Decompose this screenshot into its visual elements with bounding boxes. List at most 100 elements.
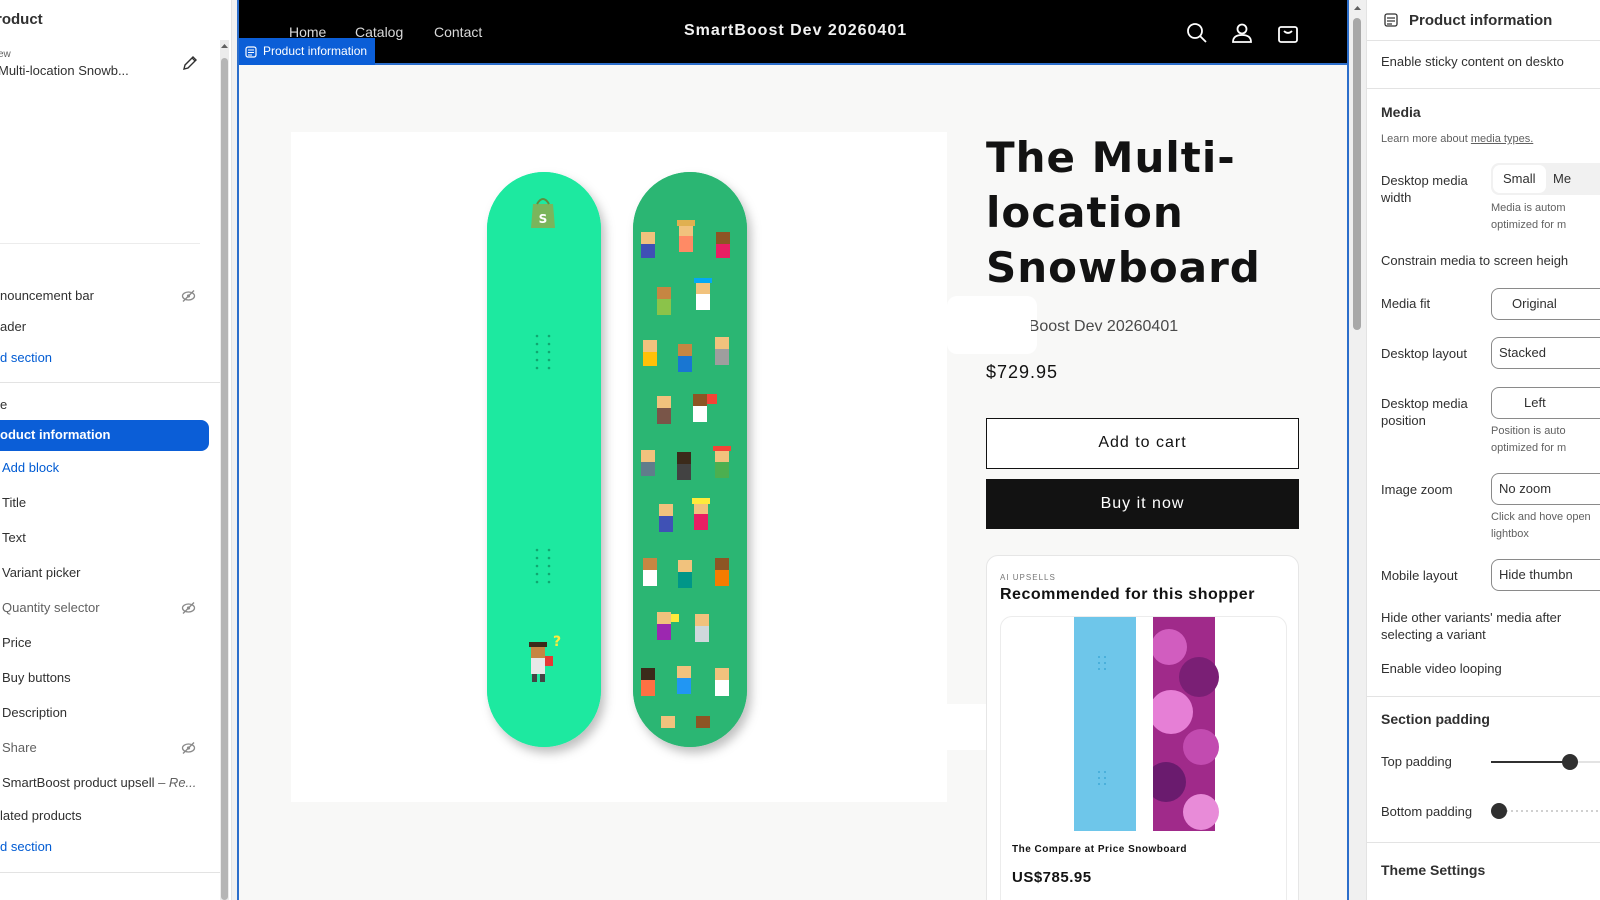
add-section-link[interactable]: d section [0,832,210,862]
media-fit-select[interactable]: Original [1491,288,1600,320]
desktop-media-position-help: Position is auto optimized for m [1491,425,1567,454]
block-item-buy-buttons[interactable]: Buy buttons [2,663,212,693]
sidebar-title: roduct [0,11,43,28]
media-heading: Media [1381,104,1421,120]
section-icon [245,46,257,58]
media-types-link[interactable]: media types. [1471,133,1533,145]
eye-hidden-icon[interactable] [181,741,196,755]
preview-card [0,84,200,244]
desktop-layout-select[interactable]: Stacked [1491,337,1600,369]
search-icon[interactable] [1185,21,1209,45]
svg-text:?: ? [553,634,561,650]
settings-title: Product information [1409,12,1553,29]
desktop-media-position-label: Desktop media position [1381,396,1468,428]
storefront-preview: Home Catalog Contact SmartBoost Dev 2026… [237,0,1349,900]
mobile-layout-select[interactable]: Hide thumbn [1491,559,1600,591]
upsell-product-name[interactable]: The Compare at Price Snowboard [1012,844,1187,855]
preview-label: ew [0,49,11,60]
image-zoom-select[interactable]: No zoom [1491,473,1600,505]
block-item-quantity-selector[interactable]: Quantity selector [2,593,212,623]
product-media[interactable]: S ? [291,132,947,802]
upsell-product-price: US$785.95 [1012,869,1092,886]
desktop-media-width-label: Desktop media width [1381,173,1468,205]
preview-scrollbar[interactable] [1349,0,1366,900]
block-label: SmartBoost product upsell [2,775,155,790]
divider [1367,842,1600,843]
upsell-product-card[interactable] [1000,616,1287,900]
add-to-cart-button[interactable]: Add to cart [986,418,1299,469]
divider [0,382,225,383]
video-looping-checkbox-label[interactable]: Enable video looping [1381,661,1502,676]
block-label: Variant picker [2,565,81,580]
block-label: Buy buttons [2,670,71,685]
block-label: Share [2,740,37,755]
option-medium[interactable]: Me [1553,163,1571,195]
block-item-title[interactable]: Title [2,488,212,518]
block-label: Quantity selector [2,600,100,615]
block-item-text[interactable]: Text [2,523,212,553]
block-label: Title [2,495,27,510]
product-price: $729.95 [986,362,1059,382]
divider [1367,40,1600,41]
sticky-content-checkbox-label[interactable]: Enable sticky content on deskto [1381,54,1564,69]
slider-handle[interactable] [1562,754,1578,770]
sidebar-item-header[interactable]: ader [0,312,210,342]
mobile-layout-label: Mobile layout [1381,568,1458,583]
slider-track [1491,810,1600,812]
media-fit-label: Media fit [1381,296,1431,311]
scroll-up-arrow-icon[interactable] [1353,4,1362,12]
block-item-price[interactable]: Price [2,628,212,658]
upsell-widget: AI UPSELLS Recommended for this shopper … [986,555,1299,900]
bottom-padding-slider[interactable] [1491,795,1600,827]
vendor-overlay [979,314,1031,340]
sidebar-item-label: ader [0,319,27,334]
desktop-layout-label: Desktop layout [1381,346,1467,361]
hide-variants-checkbox-label[interactable]: Hide other variants' media after selecti… [1381,609,1600,643]
sidebar-item-announcement-bar[interactable]: nouncement bar [0,281,210,311]
sidebar-item-related-products[interactable]: lated products [0,801,210,831]
block-item-description[interactable]: Description [2,698,212,728]
option-small[interactable]: Small [1493,165,1546,193]
sidebar-item-product-information[interactable]: oduct information [0,420,209,451]
block-label-suffix: – Re... [158,775,197,790]
theme-settings-heading[interactable]: Theme Settings [1381,862,1485,878]
desktop-media-width-segmented[interactable]: Small Me [1491,163,1600,195]
nav-link-contact[interactable]: Contact [434,24,482,40]
preview-product-selector[interactable]: Multi-location Snowb... [0,63,158,78]
slider-handle[interactable] [1491,803,1507,819]
image-zoom-label: Image zoom [1381,482,1453,497]
block-label: Description [2,705,68,720]
desktop-media-width-help: Media is autom optimized for m [1491,202,1567,231]
edit-pencil-icon[interactable] [182,55,198,71]
add-section-link[interactable]: d section [0,343,210,373]
product-title: The Multi-location Snowboard [986,133,1261,292]
upsell-heading: Recommended for this shopper [1000,586,1255,603]
constrain-media-checkbox-label[interactable]: Constrain media to screen heigh [1381,253,1568,268]
sections-sidebar: roduct ew Multi-location Snowb... nounce… [0,0,232,900]
divider [1367,88,1600,89]
product-image: S ? [487,172,747,747]
block-item-smartboost-upsell[interactable]: SmartBoost product upsell – Re... [2,768,212,798]
divider [1367,696,1600,697]
section-tag-product-information[interactable]: Product information [239,38,376,65]
sidebar-scrollbar-thumb[interactable] [221,58,228,900]
block-label: Price [2,635,32,650]
cart-icon[interactable] [1276,21,1300,45]
eye-hidden-icon[interactable] [181,601,196,615]
block-item-variant-picker[interactable]: Variant picker [2,558,212,588]
store-header: Home Catalog Contact SmartBoost Dev 2026… [239,0,1347,65]
sidebar-item-label: nouncement bar [0,288,94,303]
media-help-text: Learn more about media types. [1381,131,1533,148]
preview-scrollbar-thumb[interactable] [1353,18,1361,330]
top-padding-slider[interactable] [1491,746,1600,778]
add-block-link[interactable]: Add block [2,453,212,483]
desktop-media-position-select[interactable]: Left [1491,387,1600,419]
eye-hidden-icon[interactable] [181,289,196,303]
section-icon [1384,13,1398,27]
block-item-share[interactable]: Share [2,733,212,763]
account-icon[interactable] [1230,21,1254,45]
buy-it-now-button[interactable]: Buy it now [986,479,1299,529]
upsell-product-image [1074,617,1219,831]
store-name[interactable]: SmartBoost Dev 20260401 [684,22,907,40]
scroll-up-arrow-icon[interactable] [220,42,229,50]
